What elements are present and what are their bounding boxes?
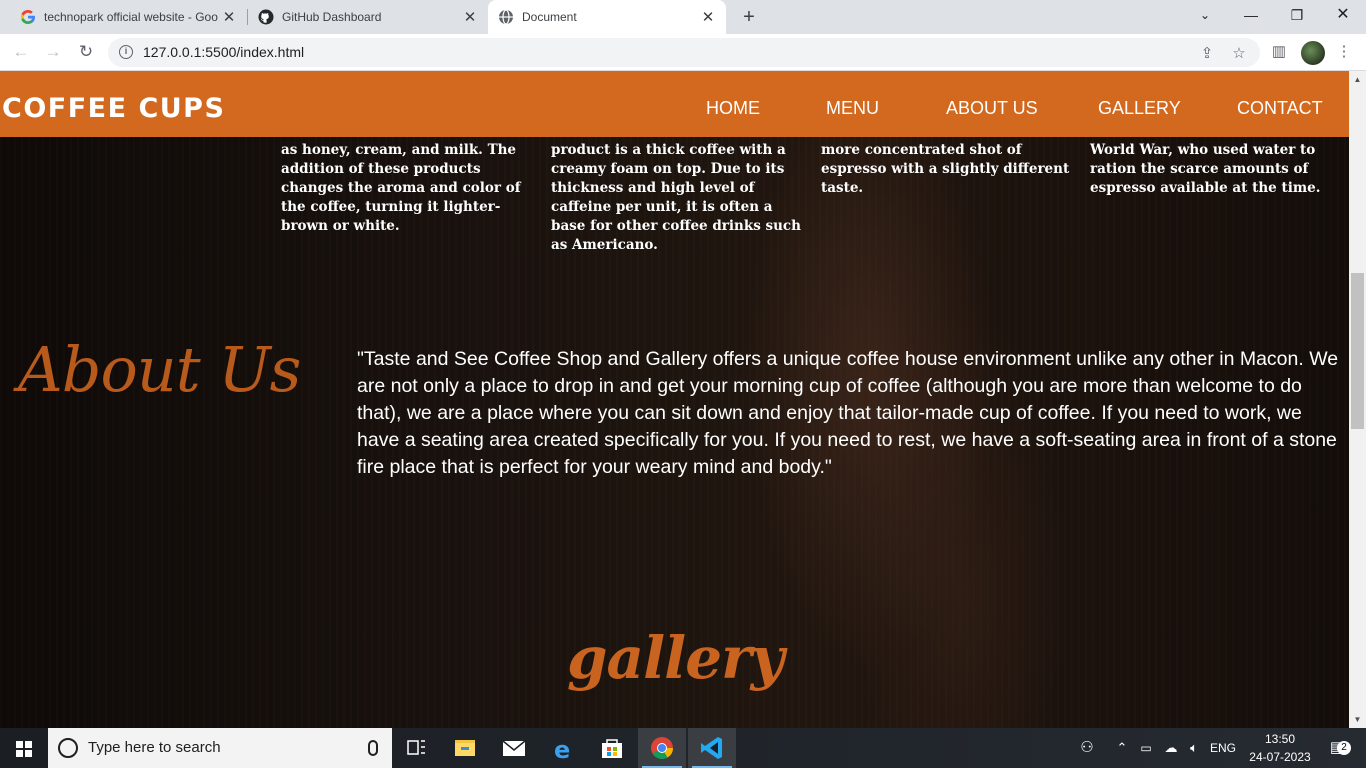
- nav-contact[interactable]: CONTACT: [1237, 71, 1323, 145]
- github-icon: [258, 9, 274, 25]
- brand-logo[interactable]: COFFEE CUPS: [2, 71, 225, 147]
- tab-title: GitHub Dashboard: [282, 10, 382, 24]
- page-scrollbar[interactable]: ▲ ▼: [1349, 71, 1366, 728]
- reload-icon[interactable]: ↻: [74, 40, 98, 64]
- page-viewport: as honey, cream, and milk. The addition …: [0, 71, 1349, 728]
- people-icon[interactable]: ⚇: [1076, 728, 1098, 768]
- coffee-description: more concentrated shot of espresso with …: [821, 142, 1070, 196]
- address-bar[interactable]: i 127.0.0.1:5500/index.html ⇪ ☆: [108, 38, 1260, 67]
- restore-button[interactable]: ❐: [1274, 0, 1320, 30]
- tab-title: Document: [522, 10, 577, 24]
- scroll-down-arrow-icon[interactable]: ▼: [1349, 711, 1366, 728]
- task-view-button[interactable]: [392, 728, 440, 768]
- forward-arrow-icon[interactable]: →: [41, 40, 65, 64]
- battery-icon[interactable]: ▭: [1136, 728, 1156, 768]
- notification-center-icon[interactable]: ▤ 2: [1322, 728, 1352, 768]
- coffee-description: product is a thick coffee with a creamy …: [551, 142, 801, 253]
- search-icon: [58, 738, 78, 758]
- coffee-description: World War, who used water to ration the …: [1090, 142, 1321, 196]
- svg-text:e: e: [554, 736, 570, 764]
- microphone-icon[interactable]: [368, 740, 378, 756]
- taskbar-search-box[interactable]: Type here to search: [48, 728, 392, 768]
- windows-logo-icon: [16, 741, 32, 757]
- vscode-button[interactable]: [688, 728, 736, 768]
- store-button[interactable]: [588, 728, 636, 768]
- close-window-button[interactable]: ✕: [1320, 0, 1366, 30]
- mail-icon: [502, 740, 526, 756]
- site-info-icon[interactable]: i: [119, 45, 133, 59]
- globe-icon: [499, 9, 513, 25]
- chrome-icon: [651, 737, 673, 759]
- close-icon[interactable]: ✕: [698, 8, 718, 26]
- menu-kebab-icon[interactable]: ⋮: [1334, 42, 1354, 62]
- profile-avatar[interactable]: [1301, 41, 1325, 65]
- volume-icon[interactable]: 🔈︎: [1184, 728, 1204, 768]
- nav-gallery[interactable]: GALLERY: [1098, 71, 1181, 145]
- site-header: COFFEE CUPS HOME MENU ABOUT US GALLERY C…: [0, 71, 1349, 137]
- task-view-icon: [407, 740, 425, 755]
- about-text: "Taste and See Coffee Shop and Gallery o…: [357, 348, 1339, 478]
- chrome-button[interactable]: [638, 728, 686, 768]
- vscode-icon: [701, 737, 722, 759]
- scroll-up-arrow-icon[interactable]: ▲: [1349, 71, 1366, 88]
- google-icon: [20, 10, 35, 24]
- taskbar-search-placeholder: Type here to search: [88, 739, 221, 756]
- onedrive-icon[interactable]: ☁: [1160, 728, 1182, 768]
- tab-google-search[interactable]: technopark official website - Goo ✕: [0, 0, 247, 34]
- tab-github-dashboard[interactable]: GitHub Dashboard ✕: [248, 0, 488, 34]
- new-tab-button[interactable]: +: [738, 5, 760, 29]
- side-panel-icon[interactable]: ▥: [1269, 42, 1289, 62]
- nav-menu[interactable]: MENU: [826, 71, 879, 145]
- tab-title: technopark official website - Goo: [44, 10, 218, 24]
- bookmark-star-icon[interactable]: ☆: [1229, 44, 1249, 64]
- folder-icon: [455, 740, 475, 756]
- windows-taskbar: Type here to search e ⚇ ⌃ ▭ ☁ 🔈︎ ENG 13:…: [0, 728, 1366, 768]
- close-icon[interactable]: ✕: [460, 8, 480, 26]
- taskbar-clock[interactable]: 13:50 24-07-2023: [1240, 730, 1320, 766]
- coffee-description: as honey, cream, and milk. The addition …: [281, 142, 521, 234]
- notification-count-badge: 2: [1337, 741, 1351, 755]
- edge-icon: e: [554, 736, 570, 764]
- browser-toolbar: ← → ↻ i 127.0.0.1:5500/index.html ⇪ ☆ ▥ …: [0, 34, 1366, 71]
- tab-document[interactable]: Document ✕: [488, 0, 726, 34]
- gallery-heading: gallery: [567, 624, 784, 692]
- close-icon[interactable]: ✕: [219, 8, 239, 26]
- chevron-up-icon[interactable]: ⌃: [1112, 728, 1132, 768]
- mail-button[interactable]: [490, 728, 538, 768]
- url-text[interactable]: 127.0.0.1:5500/index.html: [143, 38, 304, 67]
- tab-search-chevron-icon[interactable]: ⌄: [1182, 0, 1228, 30]
- nav-home[interactable]: HOME: [706, 71, 760, 145]
- start-button[interactable]: [0, 728, 48, 768]
- browser-tab-strip: technopark official website - Goo ✕ GitH…: [0, 0, 1366, 34]
- nav-about-us[interactable]: ABOUT US: [946, 71, 1038, 145]
- clock-time: 13:50: [1264, 732, 1296, 746]
- about-heading: About Us: [18, 333, 301, 406]
- clock-date: 24-07-2023: [1249, 750, 1311, 764]
- minimize-button[interactable]: —: [1228, 0, 1274, 30]
- file-explorer-button[interactable]: [441, 728, 489, 768]
- store-bag-icon: [602, 739, 622, 758]
- scroll-thumb[interactable]: [1351, 273, 1364, 429]
- share-icon[interactable]: ⇪: [1197, 44, 1217, 64]
- edge-browser-button[interactable]: e: [539, 728, 587, 768]
- back-arrow-icon[interactable]: ←: [9, 40, 33, 64]
- language-indicator[interactable]: ENG: [1206, 728, 1240, 768]
